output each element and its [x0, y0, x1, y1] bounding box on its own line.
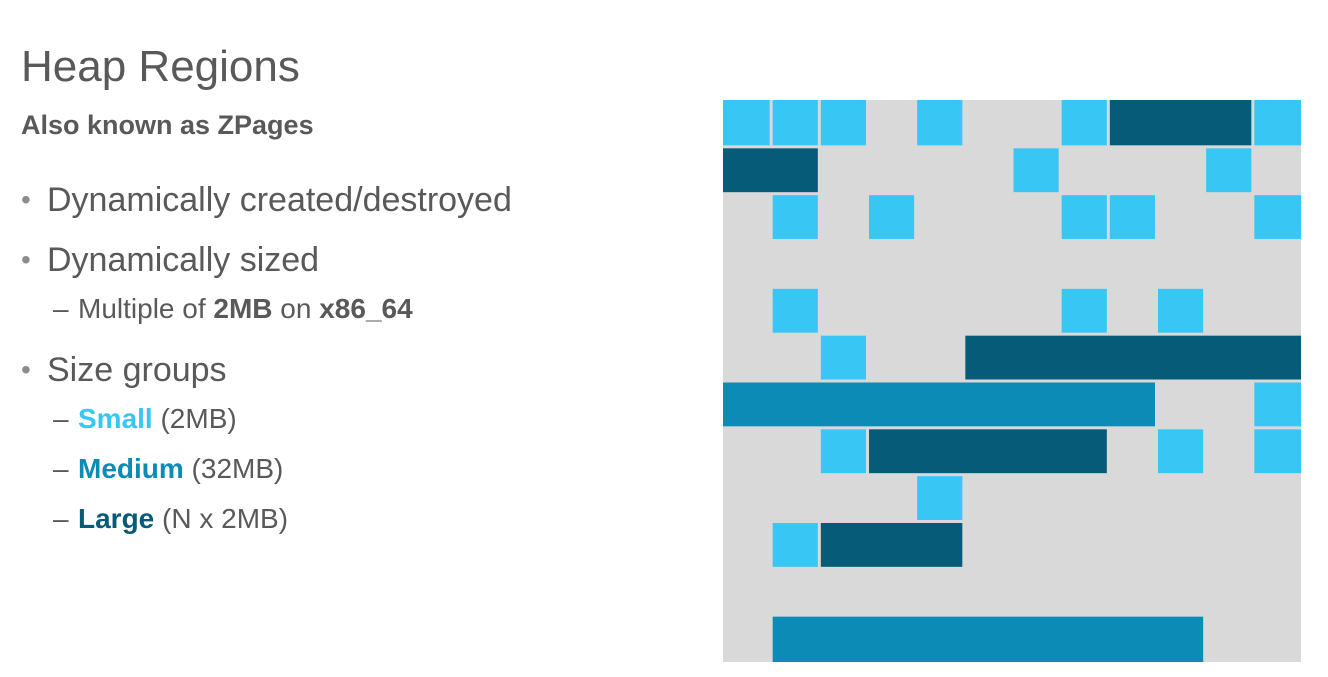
bullet-item-dynamically-sized: • Dynamically sized – Multiple of 2MB on… — [21, 236, 681, 334]
bullet-item-size-groups: • Size groups – Small (2MB) – Medium (32… — [21, 346, 681, 544]
heap-region-small — [1061, 195, 1107, 239]
heap-region-small — [1254, 195, 1301, 239]
size-group-name: Small — [78, 403, 153, 434]
heap-region-small — [772, 195, 818, 239]
heap-region-large — [869, 429, 1107, 474]
heap-region-large — [723, 148, 818, 193]
heap-region-small — [917, 476, 963, 520]
sub-item-multiple-of: – Multiple of 2MB on x86_64 — [21, 284, 681, 334]
heap-region-small — [820, 429, 866, 474]
heap-region-small — [1254, 382, 1301, 427]
heap-region-small — [1158, 288, 1204, 333]
slide-title: Heap Regions — [21, 42, 300, 91]
heap-region-small — [1013, 148, 1059, 193]
heap-region-medium — [723, 382, 1155, 427]
heap-region-small — [772, 100, 818, 146]
heap-region-small — [1061, 100, 1107, 146]
sub-item-prefix: Multiple of — [78, 293, 214, 324]
heap-region-small — [1158, 429, 1204, 474]
size-group-list: – Small (2MB) – Medium (32MB) – Large (N… — [21, 394, 681, 544]
bullet-dot-icon: • — [21, 244, 31, 275]
heap-region-large — [1109, 100, 1252, 146]
heap-region-large — [820, 523, 963, 567]
dash-icon: – — [53, 453, 69, 484]
heap-region-medium — [772, 616, 1204, 662]
heap-region-small — [1254, 429, 1301, 474]
dash-icon: – — [53, 403, 69, 434]
heap-region-small — [1206, 148, 1252, 193]
size-group-small: – Small (2MB) — [21, 394, 681, 444]
size-group-name: Large — [78, 503, 155, 534]
heap-region-small — [772, 288, 818, 333]
heap-region-small — [1061, 288, 1107, 333]
heap-region-small — [820, 335, 866, 380]
size-group-large: – Large (N x 2MB) — [21, 494, 681, 544]
bullet-list: • Dynamically created/destroyed • Dynami… — [21, 176, 681, 544]
size-group-detail: (32MB) — [183, 453, 284, 484]
heap-region-large — [965, 335, 1301, 380]
bullet-text: Dynamically created/destroyed — [47, 181, 512, 219]
bullet-text: Dynamically sized — [47, 241, 320, 279]
sub-bullet-list: – Multiple of 2MB on x86_64 — [21, 284, 681, 334]
bullet-dot-icon: • — [21, 184, 31, 215]
heap-regions-svg — [723, 100, 1301, 662]
heap-region-small — [917, 100, 963, 146]
slide-subtitle: Also known as ZPages — [21, 110, 314, 140]
dash-icon: – — [53, 293, 69, 324]
heap-region-small — [723, 100, 770, 146]
heap-regions-diagram — [723, 100, 1301, 662]
size-group-detail: (N x 2MB) — [154, 503, 289, 534]
size-group-name: Medium — [78, 453, 184, 484]
size-group-medium: – Medium (32MB) — [21, 444, 681, 494]
size-group-detail: (2MB) — [152, 403, 237, 434]
heap-region-small — [869, 195, 915, 239]
heap-region-small — [772, 523, 818, 567]
dash-icon: – — [53, 503, 69, 534]
heap-region-small — [820, 100, 866, 146]
sub-item-size: 2MB — [213, 293, 273, 324]
sub-item-middle: on — [272, 293, 320, 324]
bullet-text: Size groups — [47, 351, 227, 389]
sub-item-arch: x86_64 — [319, 293, 413, 324]
heap-region-small — [1109, 195, 1155, 239]
bullet-dot-icon: • — [21, 354, 31, 385]
bullet-item-created-destroyed: • Dynamically created/destroyed — [21, 176, 681, 224]
heap-region-small — [1254, 100, 1301, 146]
